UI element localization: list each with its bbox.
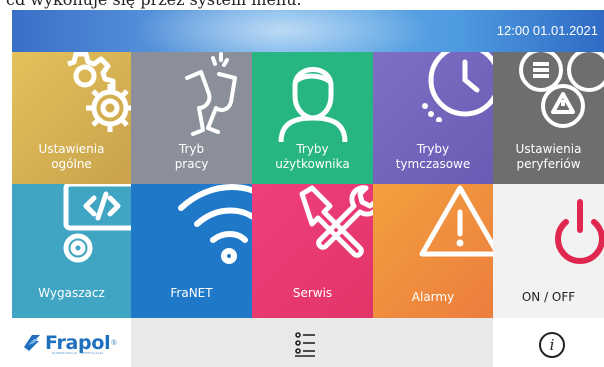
tile-label: Alarmy [411,290,455,304]
tile-alarms[interactable]: Alarmy [373,184,493,318]
gears-icon [67,52,131,132]
tile-temporary-modes[interactable]: Tryby tymczasowe [373,52,493,184]
wifi-icon [178,184,252,264]
frapol-logo: Frapol ® KLIMATYZACJA · WENTYLACJA [22,330,117,356]
tile-franet[interactable]: FraNET [131,184,252,318]
clock-icon [422,52,493,122]
tile-screensaver[interactable]: Wygaszacz [12,184,131,318]
wrench-screwdriver-icon [299,185,373,258]
frapol-logo-icon [24,335,40,351]
power-icon [555,199,604,264]
document-caption: cd wykonuje się przez system menu. [0,0,604,10]
tile-label: Serwis [292,286,333,300]
tile-on-off[interactable]: ON / OFF [493,184,604,318]
caption-text: cd wykonuje się przez system menu. [6,0,302,9]
tile-general-settings[interactable]: Ustawienia ogólne [12,52,131,184]
tile-peripheral-settings[interactable]: Ustawienia peryferiów [493,52,604,184]
champagne-glasses-icon [185,52,237,136]
logo-registered-mark: ® [111,339,117,347]
tile-label: Ustawienia ogólne [38,142,105,171]
info-button[interactable]: i [539,332,565,358]
logo-subtitle: KLIMATYZACJA · WENTYLACJA [52,351,104,355]
tile-user-modes[interactable]: Tryby użytkownika [252,52,373,184]
peripherals-icon [519,52,604,128]
tile-label: Wygaszacz [38,286,105,300]
tile-label: Ustawienia peryferiów [515,142,582,171]
tile-label: ON / OFF [521,290,576,304]
status-bar: 12:00 01.01.2021 [12,10,604,70]
menu-bar-area [131,318,493,367]
tile-label: Tryby tymczasowe [395,142,471,171]
tile-work-mode[interactable]: Tryb pracy [131,52,252,184]
tile-label: Tryb pracy [174,142,209,171]
tile-service[interactable]: Serwis [252,184,373,318]
clock-datetime: 12:00 01.01.2021 [496,23,598,38]
screensaver-icon [63,184,131,263]
tile-label: Tryby użytkownika [275,142,350,171]
tile-label: FraNET [170,286,213,300]
controller-screen: 12:00 01.01.2021 Ustawienia ogólne Tryb … [12,10,604,367]
warning-icon [419,185,493,257]
bottom-bar: Frapol ® KLIMATYZACJA · WENTYLACJA i [12,318,604,367]
user-icon [278,67,348,142]
list-menu-icon[interactable] [295,331,315,357]
